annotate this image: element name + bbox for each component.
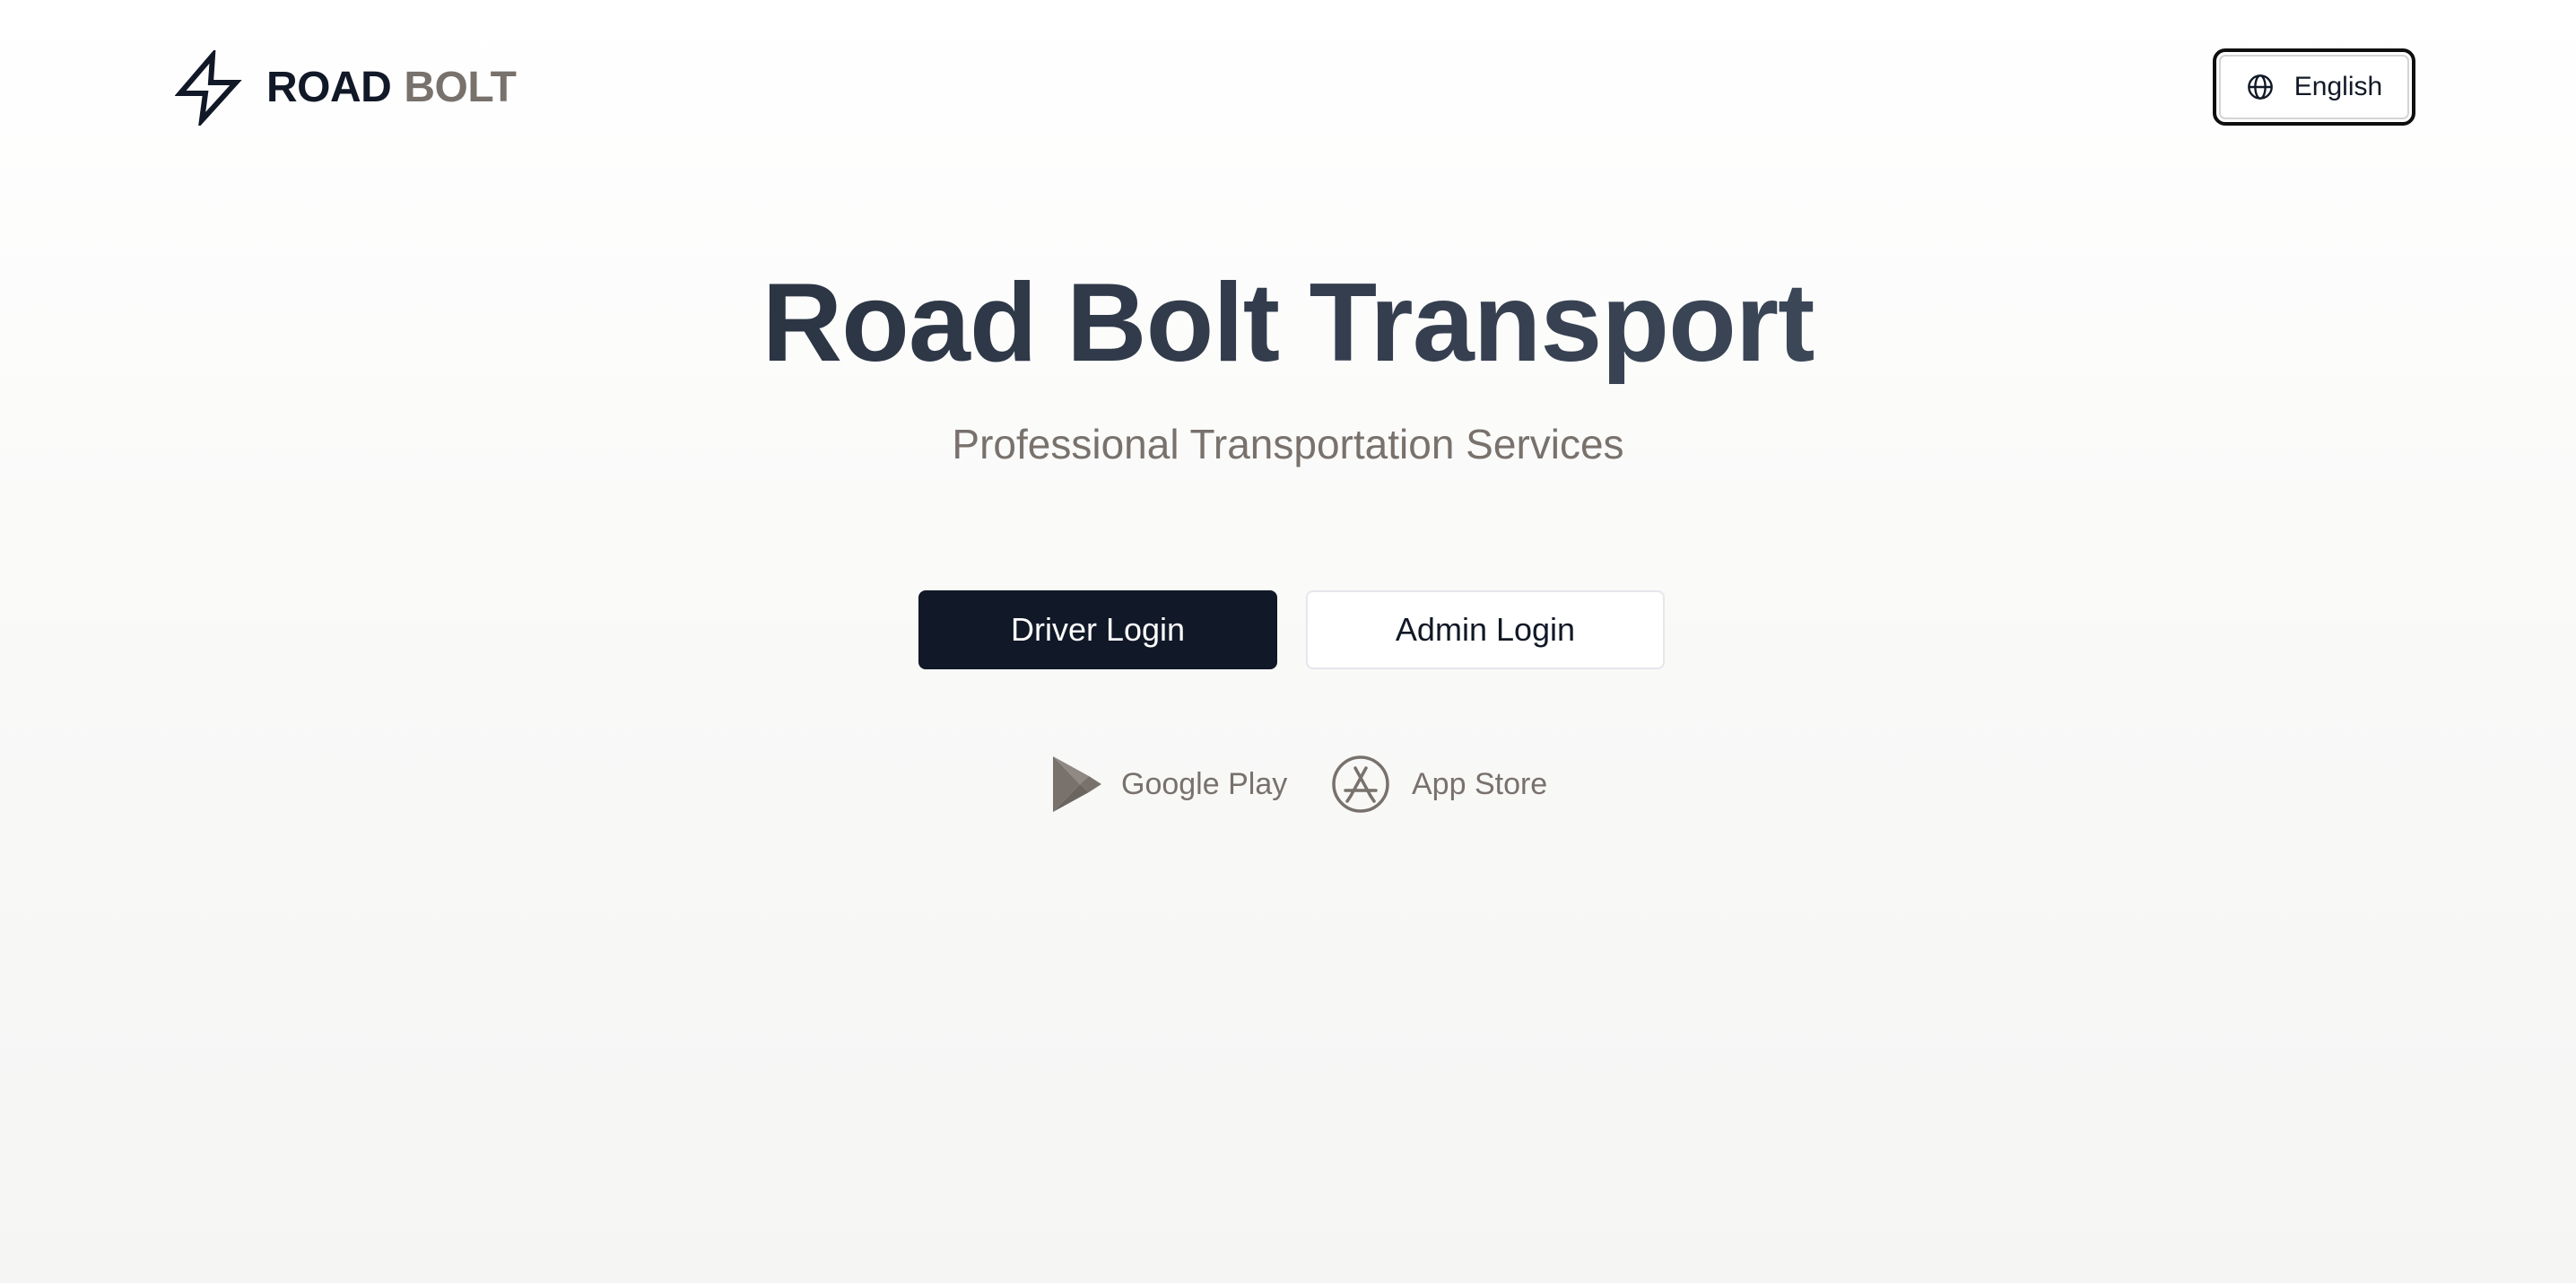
- app-store-icon: [1332, 755, 1389, 813]
- page-title: Road Bolt Transport: [0, 262, 2576, 385]
- app-store-label: App Store: [1412, 766, 1548, 801]
- brand-name-secondary: BOLT: [404, 64, 517, 111]
- admin-login-button[interactable]: Admin Login: [1306, 590, 1665, 669]
- top-bar: ROAD BOLT English: [0, 0, 2576, 179]
- page-subtitle: Professional Transportation Services: [952, 421, 1624, 467]
- lightning-bolt-icon: [175, 50, 242, 126]
- globe-icon: [2247, 74, 2273, 100]
- brand-logo[interactable]: ROAD BOLT: [175, 50, 517, 126]
- google-play-icon: [1053, 756, 1101, 812]
- language-label: English: [2293, 72, 2383, 101]
- google-play-link[interactable]: Google Play: [1049, 752, 1287, 816]
- google-play-label: Google Play: [1121, 766, 1288, 801]
- app-store-link[interactable]: App Store: [1331, 752, 1547, 816]
- driver-login-button[interactable]: Driver Login: [918, 590, 1277, 669]
- brand-name: ROAD BOLT: [266, 64, 517, 111]
- language-selector-button[interactable]: English: [2213, 48, 2415, 126]
- brand-name-primary: ROAD: [266, 64, 392, 111]
